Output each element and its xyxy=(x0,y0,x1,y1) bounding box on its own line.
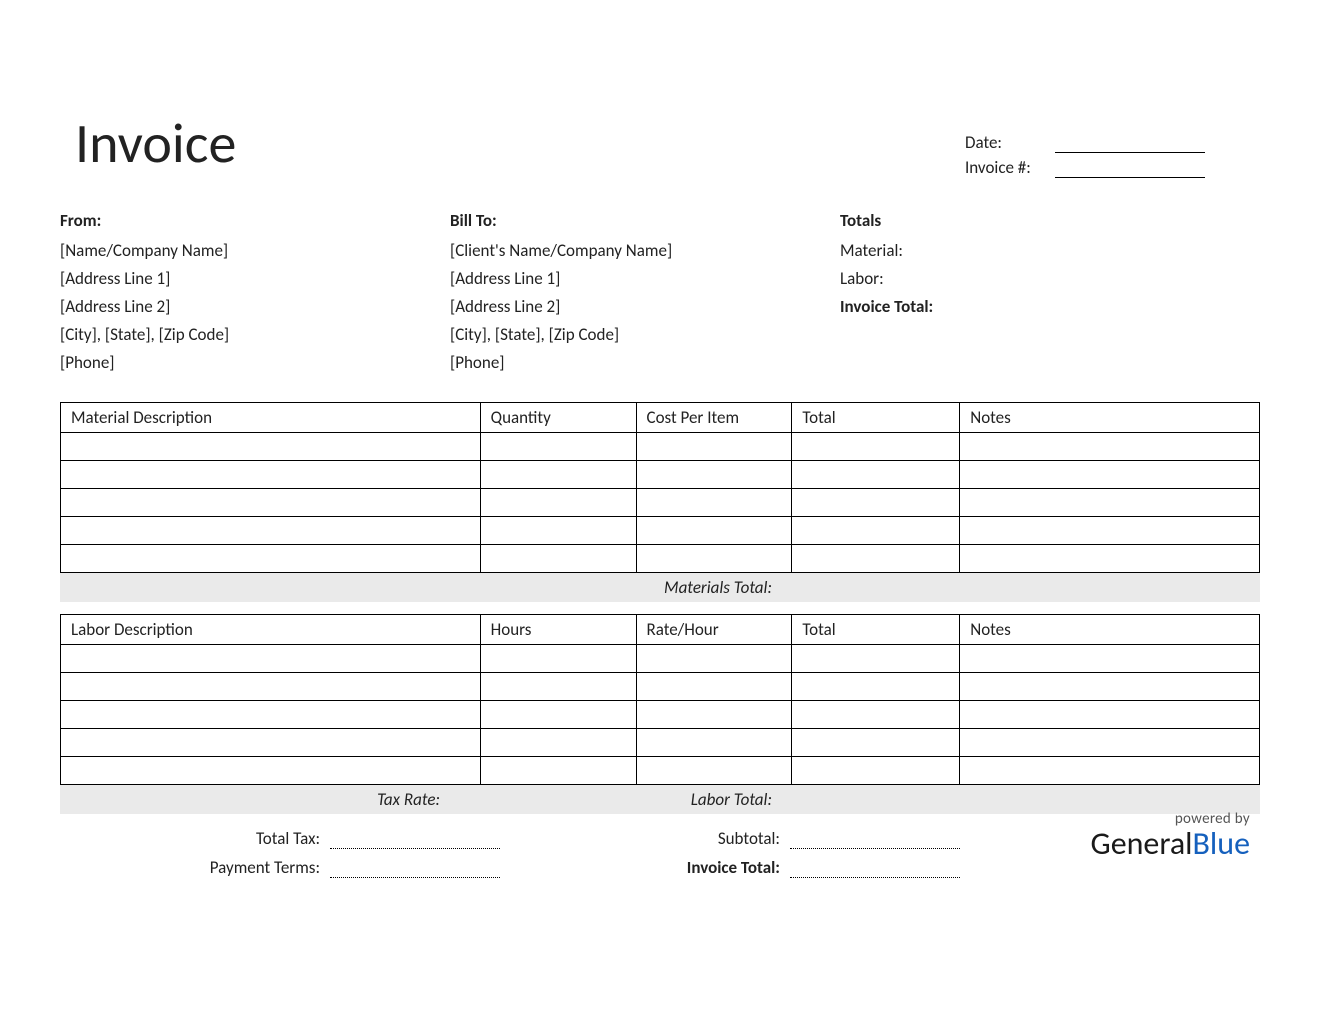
table-row[interactable] xyxy=(61,489,1260,517)
from-phone: [Phone] xyxy=(60,349,450,377)
table-row[interactable] xyxy=(61,757,1260,785)
summary-left: Total Tax: Payment Terms: xyxy=(60,828,500,886)
tax-rate-label: Tax Rate: xyxy=(60,789,480,810)
materials-header-desc: Material Description xyxy=(61,403,481,433)
subtotal-line[interactable] xyxy=(790,831,960,849)
totals-invoice-total: Invoice Total: xyxy=(840,293,933,321)
subtotal-row: Subtotal: xyxy=(520,828,960,849)
invoice-num-input-line[interactable] xyxy=(1055,160,1205,178)
materials-table: Material Description Quantity Cost Per I… xyxy=(60,402,1260,573)
payment-terms-label: Payment Terms: xyxy=(170,857,330,878)
date-row: Date: xyxy=(965,132,1205,153)
billto-city: [City], [State], [Zip Code] xyxy=(450,321,840,349)
billto-name: [Client's Name/Company Name] xyxy=(450,237,840,265)
total-tax-row: Total Tax: xyxy=(60,828,500,849)
billto-block: Bill To: [Client's Name/Company Name] [A… xyxy=(450,207,840,377)
billto-addr1: [Address Line 1] xyxy=(450,265,840,293)
table-row[interactable] xyxy=(61,645,1260,673)
invoice-total-row: Invoice Total: xyxy=(520,857,960,878)
labor-header-row: Labor Description Hours Rate/Hour Total … xyxy=(61,615,1260,645)
from-addr1: [Address Line 1] xyxy=(60,265,450,293)
table-row[interactable] xyxy=(61,701,1260,729)
payment-terms-row: Payment Terms: xyxy=(60,857,500,878)
labor-total-label: Labor Total: xyxy=(480,789,792,810)
table-row[interactable] xyxy=(61,433,1260,461)
billto-heading: Bill To: xyxy=(450,207,840,235)
from-heading: From: xyxy=(60,207,450,235)
totals-heading: Totals xyxy=(840,207,933,235)
subtotal-label: Subtotal: xyxy=(630,828,790,849)
table-row[interactable] xyxy=(61,673,1260,701)
logo-part-2: Blue xyxy=(1193,824,1250,863)
total-tax-label: Total Tax: xyxy=(170,828,330,849)
total-tax-line[interactable] xyxy=(330,831,500,849)
table-row[interactable] xyxy=(61,729,1260,757)
from-city: [City], [State], [Zip Code] xyxy=(60,321,450,349)
from-block: From: [Name/Company Name] [Address Line … xyxy=(60,207,450,377)
materials-header-row: Material Description Quantity Cost Per I… xyxy=(61,403,1260,433)
materials-total-label: Materials Total: xyxy=(60,577,792,598)
labor-table: Labor Description Hours Rate/Hour Total … xyxy=(60,614,1260,785)
logo-part-1: General xyxy=(1091,824,1193,863)
labor-header-desc: Labor Description xyxy=(61,615,481,645)
generalblue-logo: GeneralBlue xyxy=(1091,828,1251,860)
invoice-num-label: Invoice #: xyxy=(965,157,1055,178)
table-row[interactable] xyxy=(61,461,1260,489)
labor-header-hours: Hours xyxy=(480,615,636,645)
billto-phone: [Phone] xyxy=(450,349,840,377)
header-row: Invoice Date: Invoice #: xyxy=(60,110,1260,182)
materials-header-qty: Quantity xyxy=(480,403,636,433)
materials-total-bar: Materials Total: xyxy=(60,573,1260,602)
labor-header-notes: Notes xyxy=(960,615,1260,645)
materials-header-total: Total xyxy=(792,403,960,433)
labor-total-bar: Tax Rate: Labor Total: xyxy=(60,785,1260,814)
date-label: Date: xyxy=(965,132,1055,153)
invoice-num-row: Invoice #: xyxy=(965,157,1205,178)
materials-header-cost: Cost Per Item xyxy=(636,403,792,433)
info-row: From: [Name/Company Name] [Address Line … xyxy=(60,207,1260,377)
totals-labor: Labor: xyxy=(840,265,933,293)
totals-material: Material: xyxy=(840,237,933,265)
table-row[interactable] xyxy=(61,545,1260,573)
payment-terms-line[interactable] xyxy=(330,860,500,878)
from-name: [Name/Company Name] xyxy=(60,237,450,265)
meta-block: Date: Invoice #: xyxy=(965,132,1205,182)
billto-addr2: [Address Line 2] xyxy=(450,293,840,321)
invoice-total-line[interactable] xyxy=(790,860,960,878)
from-addr2: [Address Line 2] xyxy=(60,293,450,321)
totals-block: Totals Material: Labor: Invoice Total: xyxy=(840,207,933,377)
labor-header-total: Total xyxy=(792,615,960,645)
summary-right: Subtotal: Invoice Total: xyxy=(520,828,960,886)
footer: powered by GeneralBlue xyxy=(1091,810,1251,860)
summary-block: Total Tax: Payment Terms: Subtotal: Invo… xyxy=(60,828,1260,886)
page-title: Invoice xyxy=(75,110,236,178)
table-row[interactable] xyxy=(61,517,1260,545)
materials-header-notes: Notes xyxy=(960,403,1260,433)
invoice-total-label: Invoice Total: xyxy=(630,857,790,878)
date-input-line[interactable] xyxy=(1055,135,1205,153)
labor-header-rate: Rate/Hour xyxy=(636,615,792,645)
